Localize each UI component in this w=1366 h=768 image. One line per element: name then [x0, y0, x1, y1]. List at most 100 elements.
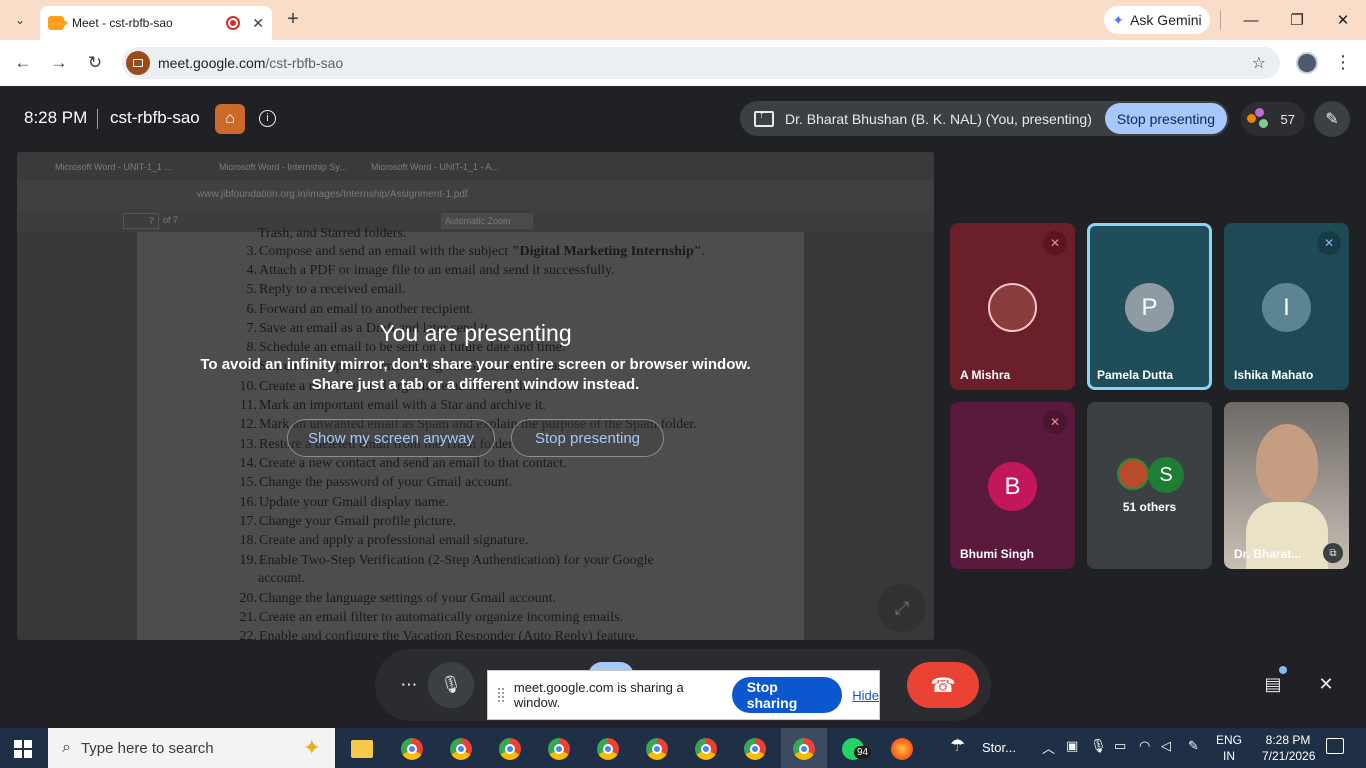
- chrome-icon[interactable]: [495, 734, 525, 764]
- line-text: Enable and configure the Vacation Respon…: [259, 629, 639, 640]
- participant-tile[interactable]: ✕ B Bhumi Singh: [950, 402, 1075, 569]
- chrome-icon[interactable]: [446, 734, 476, 764]
- list-number: 14.: [239, 456, 258, 471]
- pdf-page-total: of 7: [163, 215, 179, 225]
- chrome-icon[interactable]: [789, 734, 819, 764]
- pdf-text-line: 22. Enable and configure the Vacation Res…: [237, 629, 639, 640]
- windows-start-icon[interactable]: [14, 740, 32, 758]
- header-divider: [97, 109, 98, 129]
- hide-link[interactable]: Hide: [852, 688, 879, 703]
- weather-text[interactable]: Stor...: [982, 740, 1016, 755]
- show-hidden-icons-icon[interactable]: ︿: [1042, 738, 1055, 757]
- file-explorer-icon[interactable]: [347, 734, 377, 764]
- annotate-pencil-icon[interactable]: ✎: [1314, 101, 1350, 137]
- avatar: [988, 283, 1037, 332]
- language-indicator[interactable]: ENG IN: [1216, 732, 1242, 764]
- forward-arrow-icon[interactable]: →: [47, 52, 71, 74]
- microphone-icon[interactable]: 🎙: [428, 662, 474, 708]
- chrome-icon[interactable]: [740, 734, 770, 764]
- chrome-icon[interactable]: [593, 734, 623, 764]
- battery-icon[interactable]: ▭: [1114, 738, 1126, 754]
- profile-avatar[interactable]: [1296, 52, 1318, 74]
- notification-center-icon[interactable]: [1326, 738, 1344, 754]
- stop-presenting-button[interactable]: Stop presenting: [1104, 103, 1227, 134]
- search-highlight-icon: ✦: [302, 735, 321, 760]
- taskbar-search[interactable]: ⌕ Type here to search ✦: [48, 728, 335, 768]
- self-video-tile[interactable]: Dr. Bharat... ⧉: [1224, 402, 1349, 569]
- meeting-code: cst-rbfb-sao: [110, 108, 200, 127]
- sharing-notification-bar: meet.google.com is sharing a window. Sto…: [487, 670, 880, 720]
- camera-tray-icon[interactable]: ▣: [1066, 738, 1078, 754]
- microphone-tray-icon[interactable]: 🎙: [1090, 738, 1107, 754]
- chrome-icon[interactable]: [544, 734, 574, 764]
- volume-icon[interactable]: ◁: [1161, 738, 1171, 754]
- mic-off-icon: ✕: [1317, 231, 1341, 255]
- camera-site-icon[interactable]: [126, 51, 150, 75]
- list-number: 11.: [240, 398, 257, 413]
- reload-icon[interactable]: ↻: [83, 52, 107, 74]
- firefox-icon[interactable]: [887, 734, 917, 764]
- taskbar-clock[interactable]: 8:28 PM 7/21/2026: [1262, 732, 1316, 764]
- url-text: meet.google.com/cst-rbfb-sao: [158, 55, 343, 71]
- meeting-info-icon[interactable]: i: [259, 110, 276, 127]
- list-number: 6.: [246, 302, 258, 317]
- chrome-icon[interactable]: [397, 734, 427, 764]
- drag-grip-icon[interactable]: [498, 688, 504, 702]
- show-screen-anyway-button[interactable]: Show my screen anyway: [287, 419, 495, 457]
- list-number: 20.: [239, 591, 258, 606]
- ask-gemini-button[interactable]: ✦ Ask Gemini: [1104, 6, 1210, 34]
- region-code: IN: [1223, 749, 1235, 763]
- shared-url: www.jibfoundation.org.in/images/Internsh…: [197, 189, 468, 200]
- participant-count: 57: [1280, 111, 1295, 127]
- participant-tile-active[interactable]: P Pamela Dutta: [1087, 223, 1212, 390]
- browser-tab-meet[interactable]: Meet - cst-rbfb-sao ✕: [40, 6, 272, 40]
- chat-icon[interactable]: ▤: [1253, 663, 1293, 705]
- picture-in-picture-icon[interactable]: ⧉: [1323, 543, 1343, 563]
- participant-tile[interactable]: ✕ I Ishika Mahato: [1224, 223, 1349, 390]
- minimize-button[interactable]: —: [1228, 0, 1274, 40]
- address-bar[interactable]: meet.google.com/cst-rbfb-sao ☆: [122, 47, 1280, 79]
- more-options-icon[interactable]: ⋯: [386, 662, 432, 708]
- line-text: Create a new contact and send an email t…: [259, 456, 567, 471]
- pdf-text-line: 5. Reply to a received email.: [237, 282, 406, 298]
- wifi-icon[interactable]: ◠: [1139, 738, 1150, 754]
- weather-umbrella-icon[interactable]: ☂: [950, 736, 965, 756]
- others-tile[interactable]: S 51 others: [1087, 402, 1212, 569]
- bookmark-star-icon[interactable]: ☆: [1252, 53, 1266, 73]
- end-call-icon[interactable]: ☎: [907, 662, 979, 708]
- others-count: 51 others: [1122, 500, 1177, 514]
- pdf-text-line: 4. Attach a PDF or image file to an email…: [237, 263, 615, 279]
- shared-tab-3: Microsoft Word - UNIT-1_1 - A...: [371, 162, 499, 172]
- expand-icon[interactable]: ⤢: [878, 584, 926, 632]
- chrome-icon[interactable]: [691, 734, 721, 764]
- clock-time: 8:28 PM: [1265, 733, 1311, 747]
- browser-menu-icon[interactable]: ⋮: [1334, 50, 1352, 74]
- tab-close-icon[interactable]: ✕: [252, 15, 264, 32]
- overlay-title: You are presenting: [379, 320, 572, 346]
- line-text: Change the language settings of your Gma…: [259, 591, 557, 606]
- participant-tile[interactable]: ✕ A Mishra: [950, 223, 1075, 390]
- building-logo-icon[interactable]: ⌂: [215, 104, 245, 134]
- shared-screen-preview: Microsoft Word - UNIT-1_1 ... Microsoft …: [17, 152, 934, 640]
- line-text: Mark an important email with a Star and …: [259, 398, 546, 413]
- stop-sharing-button[interactable]: Stop sharing: [731, 677, 843, 713]
- clock-date: 7/21/2026: [1262, 749, 1316, 763]
- shared-tab-1: Microsoft Word - UNIT-1_1 ...: [55, 162, 172, 172]
- new-tab-button[interactable]: +: [282, 8, 304, 32]
- line-text: Change the password of your Gmail accoun…: [259, 475, 513, 490]
- host-controls-icon[interactable]: ✕: [1306, 663, 1346, 705]
- window-close-button[interactable]: ✕: [1320, 0, 1366, 40]
- avatar: [1117, 458, 1149, 490]
- pen-icon[interactable]: ✎: [1188, 738, 1199, 754]
- participants-button[interactable]: 57: [1241, 102, 1305, 136]
- list-number: 16.: [239, 495, 258, 510]
- restore-button[interactable]: ❐: [1274, 0, 1320, 40]
- back-arrow-icon[interactable]: ←: [11, 52, 35, 74]
- chrome-icon[interactable]: [642, 734, 672, 764]
- overlay-stop-presenting-button[interactable]: Stop presenting: [511, 419, 664, 457]
- pdf-toolbar: 7 of 7 Automatic Zoom: [17, 210, 934, 232]
- tab-search-button[interactable]: ⌄: [8, 8, 32, 32]
- whatsapp-badge: 94: [854, 746, 872, 759]
- list-number: 4.: [246, 263, 258, 278]
- pdf-text-line: 17. Change your Gmail profile picture.: [237, 514, 457, 530]
